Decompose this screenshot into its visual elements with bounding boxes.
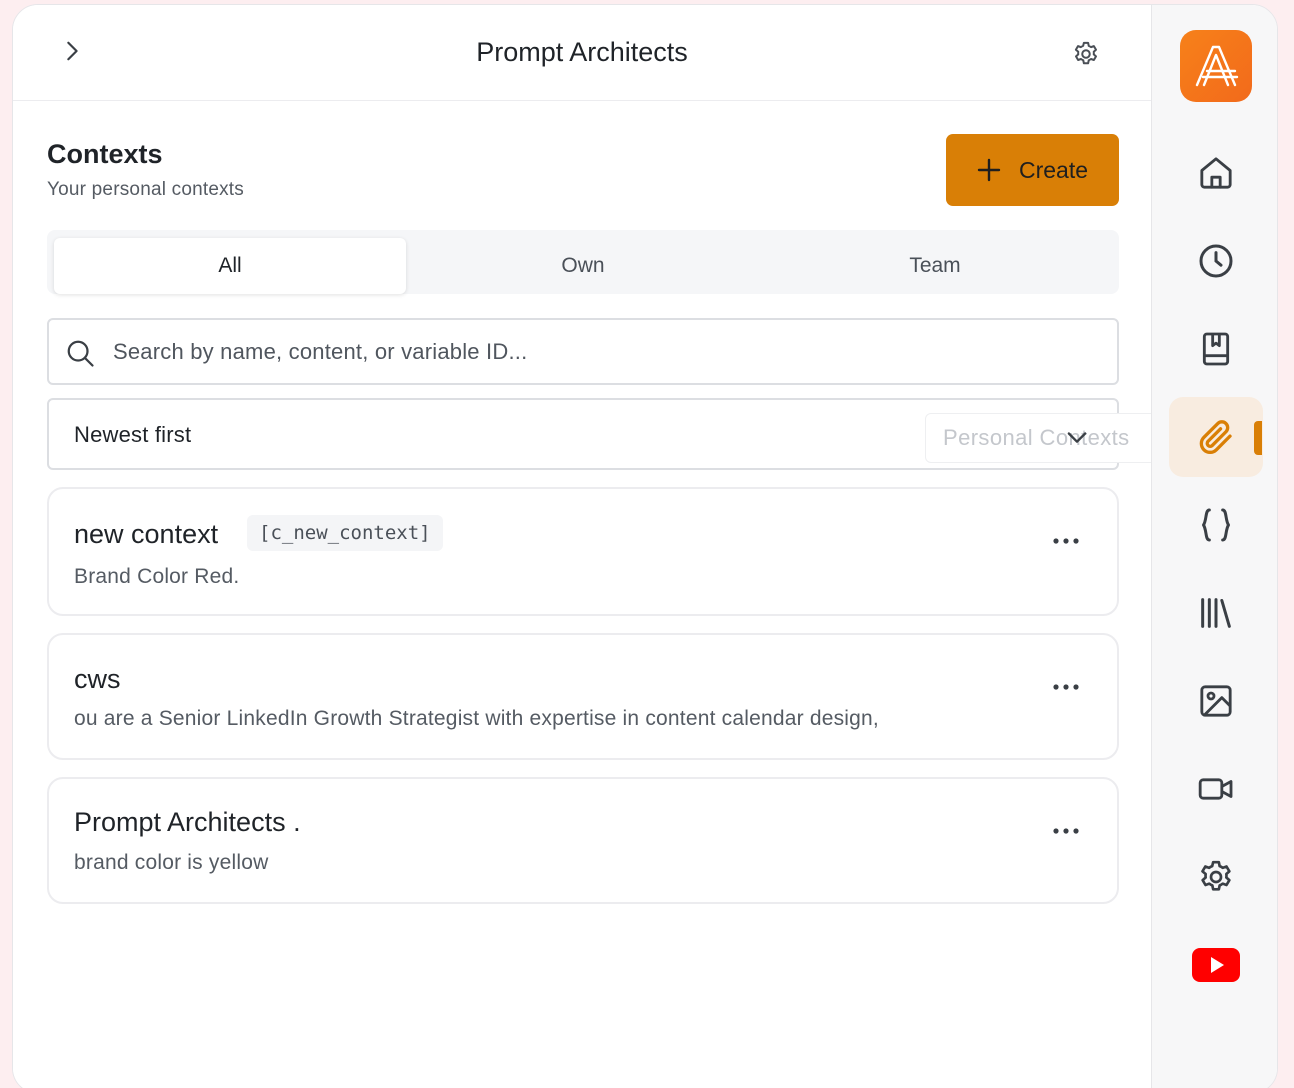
rail-variables[interactable] bbox=[1187, 496, 1245, 554]
youtube-icon bbox=[1192, 948, 1240, 982]
tab-team[interactable]: Team bbox=[759, 237, 1111, 294]
filter-tabs: All Own Team bbox=[47, 230, 1119, 294]
rail-images[interactable] bbox=[1187, 672, 1245, 730]
app-logo[interactable] bbox=[1180, 30, 1252, 102]
image-icon bbox=[1200, 685, 1232, 717]
create-button-label: Create bbox=[1018, 156, 1089, 183]
context-description: ou are a Senior LinkedIn Growth Strategi… bbox=[74, 707, 879, 730]
home-icon bbox=[1200, 157, 1232, 189]
context-card[interactable]: new context [c_new_context] Brand Color … bbox=[47, 487, 1119, 616]
paperclip-icon bbox=[1199, 420, 1232, 454]
section-subtitle: Your personal contexts bbox=[47, 179, 244, 200]
more-options-button[interactable] bbox=[1049, 531, 1083, 551]
library-icon bbox=[1201, 598, 1231, 628]
plus-icon bbox=[977, 158, 1001, 182]
rail-history[interactable] bbox=[1187, 232, 1245, 290]
rail-prompts[interactable] bbox=[1187, 320, 1245, 378]
page-title: Prompt Architects bbox=[476, 37, 688, 67]
settings-button[interactable] bbox=[1070, 38, 1102, 70]
app-window: Prompt Architects Contexts Your personal… bbox=[12, 4, 1278, 1088]
context-title: cws bbox=[74, 664, 121, 694]
header: Prompt Architects bbox=[13, 5, 1151, 101]
context-card[interactable]: cws ou are a Senior LinkedIn Growth Stra… bbox=[47, 633, 1119, 760]
context-description: brand color is yellow bbox=[74, 851, 269, 874]
more-options-button[interactable] bbox=[1049, 821, 1083, 841]
chevron-down-icon bbox=[1067, 432, 1087, 443]
braces-icon bbox=[1202, 508, 1230, 542]
logo-icon bbox=[1195, 45, 1239, 87]
section-title: Contexts bbox=[47, 139, 163, 169]
history-icon bbox=[1199, 244, 1233, 278]
gear-icon bbox=[1074, 41, 1097, 65]
create-button[interactable]: Create bbox=[946, 134, 1119, 206]
rail-youtube[interactable] bbox=[1187, 936, 1245, 994]
ellipsis-icon bbox=[1053, 538, 1079, 544]
context-card[interactable]: Prompt Architects . brand color is yello… bbox=[47, 777, 1119, 904]
settings-icon bbox=[1201, 860, 1231, 891]
tab-all[interactable]: All bbox=[54, 238, 406, 294]
context-variable-tag: [c_new_context] bbox=[247, 515, 443, 551]
rail-library[interactable] bbox=[1187, 584, 1245, 642]
search-icon bbox=[67, 340, 94, 367]
video-icon bbox=[1198, 778, 1233, 800]
search-box bbox=[47, 318, 1119, 385]
rail-videos[interactable] bbox=[1187, 760, 1245, 818]
rail-home[interactable] bbox=[1187, 144, 1245, 202]
rail-settings[interactable] bbox=[1187, 848, 1245, 906]
book-icon bbox=[1202, 332, 1230, 366]
side-rail bbox=[1151, 5, 1277, 1088]
context-title: Prompt Architects . bbox=[74, 807, 301, 837]
active-indicator bbox=[1254, 421, 1262, 455]
rail-contexts[interactable] bbox=[1187, 408, 1245, 466]
context-description: Brand Color Red. bbox=[74, 565, 240, 588]
context-title: new context bbox=[74, 519, 219, 549]
ellipsis-icon bbox=[1053, 828, 1079, 834]
search-input[interactable] bbox=[113, 330, 1093, 374]
ellipsis-icon bbox=[1053, 684, 1079, 690]
tab-own[interactable]: Own bbox=[407, 237, 759, 294]
main-panel: Prompt Architects Contexts Your personal… bbox=[13, 5, 1166, 1088]
sort-selected-value: Newest first bbox=[74, 422, 192, 447]
more-options-button[interactable] bbox=[1049, 677, 1083, 697]
rail-tooltip: Personal Contexts bbox=[925, 413, 1166, 463]
